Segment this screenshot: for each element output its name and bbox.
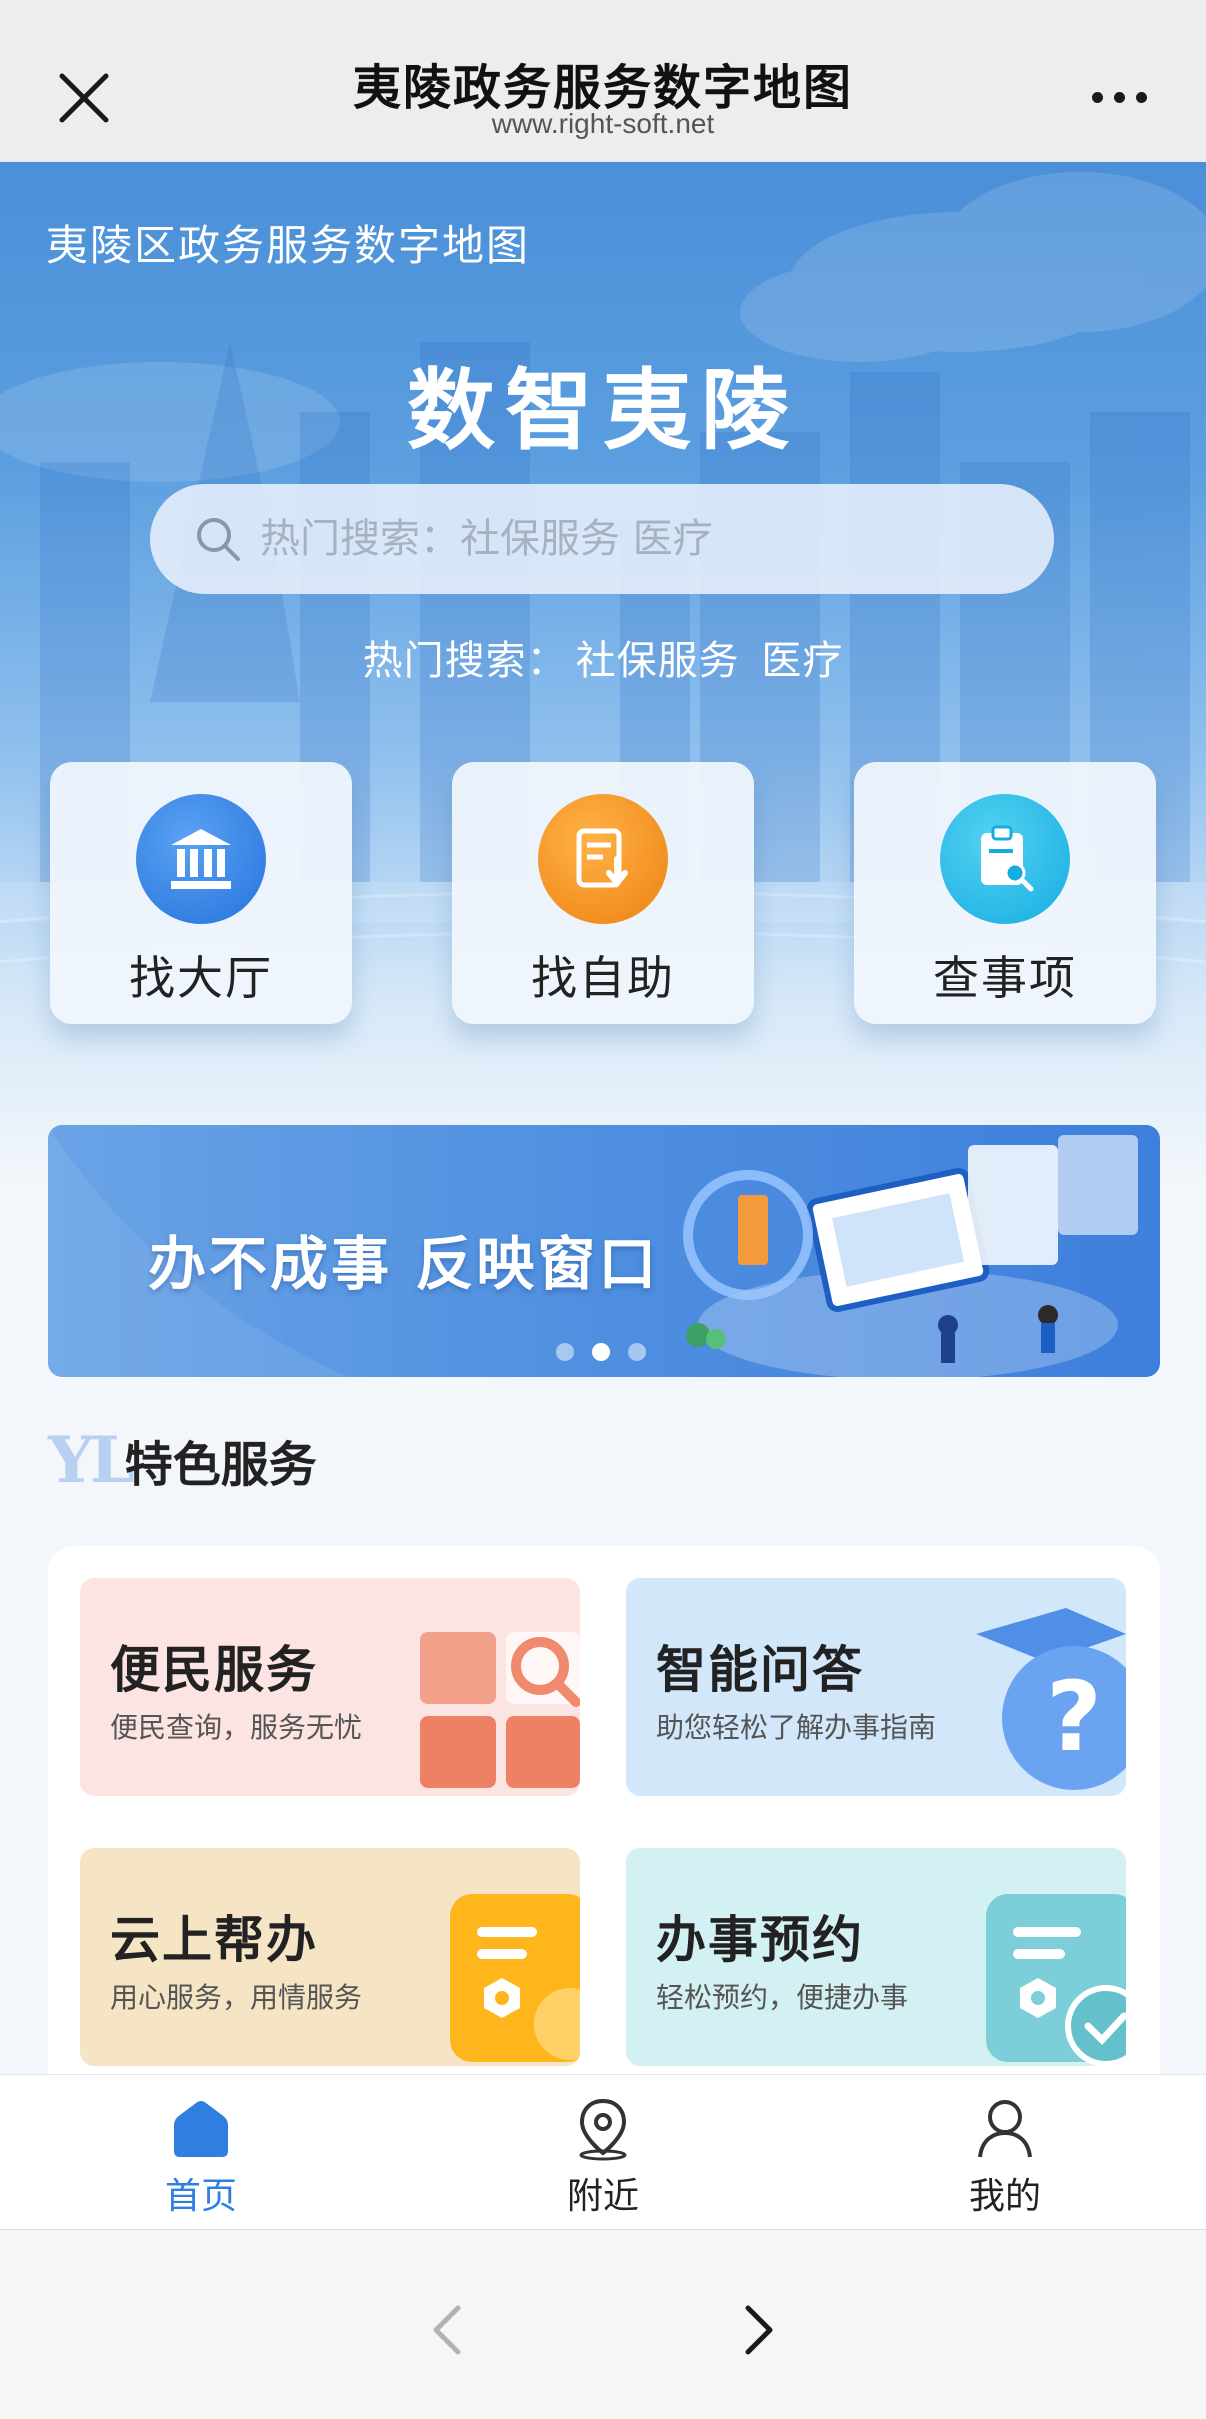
tab-label: 附近 — [566, 2176, 639, 2217]
service-card-cloud-help[interactable]: 云上帮办 用心服务，用情服务 — [80, 1848, 580, 2066]
bottom-tab-bar: 首页 附近 我的 — [0, 2074, 1206, 2230]
forward-button[interactable] — [726, 2300, 786, 2360]
carousel-dot-active[interactable] — [592, 1343, 610, 1361]
more-dots-icon — [1091, 91, 1103, 103]
search-icon — [197, 518, 240, 561]
section-prefix: YL — [48, 1422, 135, 1498]
find-self-service-label: 找自助 — [531, 951, 675, 1005]
featured-services-panel: 便民服务 便民查询，服务无忧 智能问答 助您轻松了解办事指南 ? 云上帮办 用心… — [48, 1546, 1160, 2106]
government-hall-icon — [136, 794, 266, 924]
self-service-icon — [538, 794, 668, 924]
chevron-left-icon — [433, 2305, 461, 2355]
service-card-title: 便民服务 — [110, 1641, 318, 1699]
section-title: 特色服务 — [124, 1437, 317, 1493]
hero-subtitle: 夷陵区政务服务数字地图 — [46, 221, 531, 270]
page-url: www.right-soft.net — [491, 108, 715, 139]
service-card-title: 办事预约 — [656, 1911, 864, 1969]
tab-label: 首页 — [164, 2176, 237, 2217]
carousel-indicator — [556, 1343, 646, 1361]
service-card-desc: 轻松预约，便捷办事 — [656, 1981, 909, 2014]
service-card-convenience[interactable]: 便民服务 便民查询，服务无忧 — [80, 1578, 580, 1796]
search-bar[interactable] — [150, 484, 1054, 594]
hero-title: 数智夷陵 — [406, 359, 799, 462]
tab-home[interactable]: 首页 — [0, 2075, 402, 2229]
banner-text: 办不成事 反映窗口 — [148, 1230, 660, 1298]
find-self-service-card[interactable]: 找自助 — [452, 762, 754, 1024]
find-hall-card[interactable]: 找大厅 — [50, 762, 352, 1024]
back-button[interactable] — [420, 2300, 480, 2360]
tab-label: 我的 — [968, 2176, 1041, 2217]
hot-search-item[interactable]: 医疗 — [761, 638, 843, 684]
carousel-dot[interactable] — [556, 1343, 574, 1361]
service-card-appointment[interactable]: 办事预约 轻松预约，便捷办事 — [626, 1848, 1126, 2066]
chevron-right-icon — [745, 2305, 773, 2355]
document-check-icon — [986, 1894, 1126, 2066]
hot-search: 热门搜索： 社保服务 医疗 — [0, 628, 1206, 686]
find-hall-label: 找大厅 — [129, 951, 273, 1005]
section-header: YL 特色服务 — [48, 1420, 317, 1500]
clipboard-search-icon — [940, 794, 1070, 924]
service-card-title: 智能问答 — [656, 1641, 864, 1699]
service-card-desc: 便民查询，服务无忧 — [110, 1711, 363, 1744]
more-button[interactable] — [1084, 82, 1154, 112]
browser-nav-bar — [0, 2232, 1206, 2419]
question-cap-icon: ? — [976, 1608, 1126, 1790]
check-items-label: 查事项 — [933, 951, 1077, 1005]
service-card-desc: 助您轻松了解办事指南 — [656, 1711, 937, 1744]
title-bar: 夷陵政务服务数字地图 www.right-soft.net — [0, 0, 1206, 162]
hero-section: 夷陵区政务服务数字地图 数智夷陵 热门搜索：社保服务 医疗 找大厅 — [0, 162, 1206, 1182]
service-card-smart-qa[interactable]: 智能问答 助您轻松了解办事指南 ? — [626, 1578, 1126, 1796]
check-items-card[interactable]: 查事项 — [854, 762, 1156, 1024]
grid-search-icon — [420, 1632, 580, 1788]
document-hexagon-icon — [450, 1894, 580, 2062]
search-input[interactable] — [260, 516, 940, 562]
carousel-dot[interactable] — [628, 1343, 646, 1361]
tab-mine[interactable]: 我的 — [804, 2075, 1206, 2229]
hot-search-item[interactable]: 社保服务 — [576, 638, 740, 684]
user-icon — [978, 2100, 1032, 2158]
service-card-desc: 用心服务，用情服务 — [110, 1981, 363, 2014]
home-icon — [174, 2101, 228, 2157]
svg-text:?: ? — [1046, 1661, 1102, 1773]
banner-carousel[interactable]: 办不成事 反映窗口 — [48, 1125, 1160, 1377]
location-pin-icon — [579, 2098, 627, 2161]
hot-search-label: 热门搜索： — [362, 638, 568, 684]
service-card-title: 云上帮办 — [110, 1911, 318, 1969]
tab-nearby[interactable]: 附近 — [402, 2075, 804, 2229]
